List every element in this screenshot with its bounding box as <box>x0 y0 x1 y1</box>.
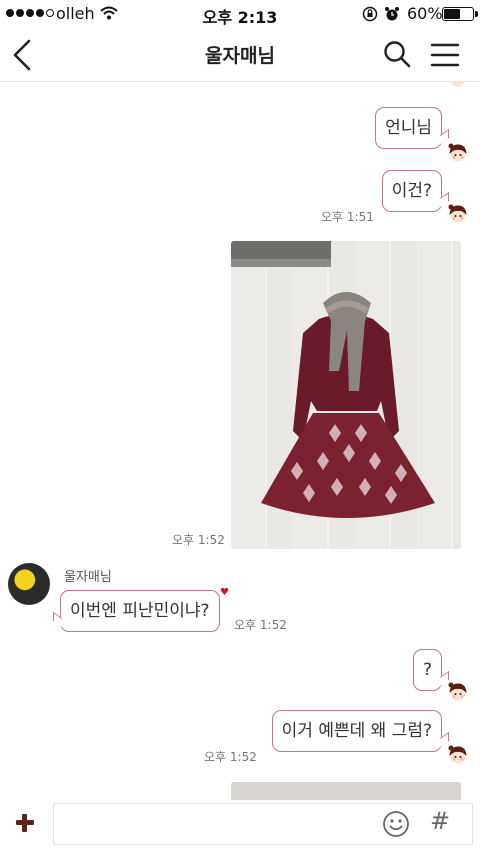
outfit-image <box>231 241 435 518</box>
message-input-bar: # <box>0 800 480 855</box>
girl-avatar-icon[interactable] <box>447 744 469 766</box>
girl-avatar-icon[interactable] <box>447 203 469 225</box>
message-text: 이건? <box>391 181 432 201</box>
friend-avatar[interactable] <box>8 563 50 605</box>
message-bubble[interactable]: 이건? <box>381 170 442 212</box>
chat-header: 울자매님 <box>0 28 480 82</box>
status-bar: olleh 오후 2:13 60% <box>0 0 480 28</box>
heart-icon: ♥ <box>220 587 229 598</box>
message-time: 오후 1:52 <box>172 533 225 547</box>
chat-messages[interactable]: 언니님 이건? 오후 1:51 오후 1:52 울자매님 이번엔 피난민이냐? … <box>0 82 480 800</box>
rotation-lock-icon <box>362 6 378 22</box>
battery-icon <box>442 7 478 21</box>
message-time: 오후 1:52 <box>204 750 257 764</box>
message-bubble[interactable]: 이거 예쁜데 왜 그럼? <box>271 710 442 752</box>
emoji-icon[interactable] <box>382 810 410 838</box>
alarm-icon <box>385 7 399 21</box>
message-bubble[interactable]: ? <box>412 649 442 691</box>
girl-avatar-icon <box>451 82 465 87</box>
message-text: 이번엔 피난민이냐? <box>70 601 210 621</box>
hamburger-menu-icon[interactable] <box>430 42 460 68</box>
battery-percent: 60% <box>407 4 443 23</box>
message-time: 오후 1:52 <box>234 618 287 632</box>
outfit-photo[interactable] <box>231 241 461 549</box>
hash-icon[interactable]: # <box>430 807 450 835</box>
girl-avatar-icon[interactable] <box>447 142 469 164</box>
sender-name: 울자매님 <box>64 570 112 585</box>
message-text: ? <box>422 660 432 680</box>
chevron-left-icon[interactable] <box>10 38 36 72</box>
message-bubble[interactable]: 언니님 <box>375 107 442 149</box>
girl-avatar-icon[interactable] <box>447 681 469 703</box>
message-time: 오후 1:51 <box>321 210 374 224</box>
plus-icon[interactable] <box>14 812 36 834</box>
message-text: 언니님 <box>385 118 432 138</box>
search-icon[interactable] <box>382 39 412 69</box>
message-text: 이거 예쁜데 왜 그럼? <box>281 721 432 741</box>
message-input[interactable] <box>53 803 473 845</box>
message-bubble[interactable]: 이번엔 피난민이냐? <box>60 590 220 632</box>
outfit-photo[interactable] <box>231 782 461 800</box>
